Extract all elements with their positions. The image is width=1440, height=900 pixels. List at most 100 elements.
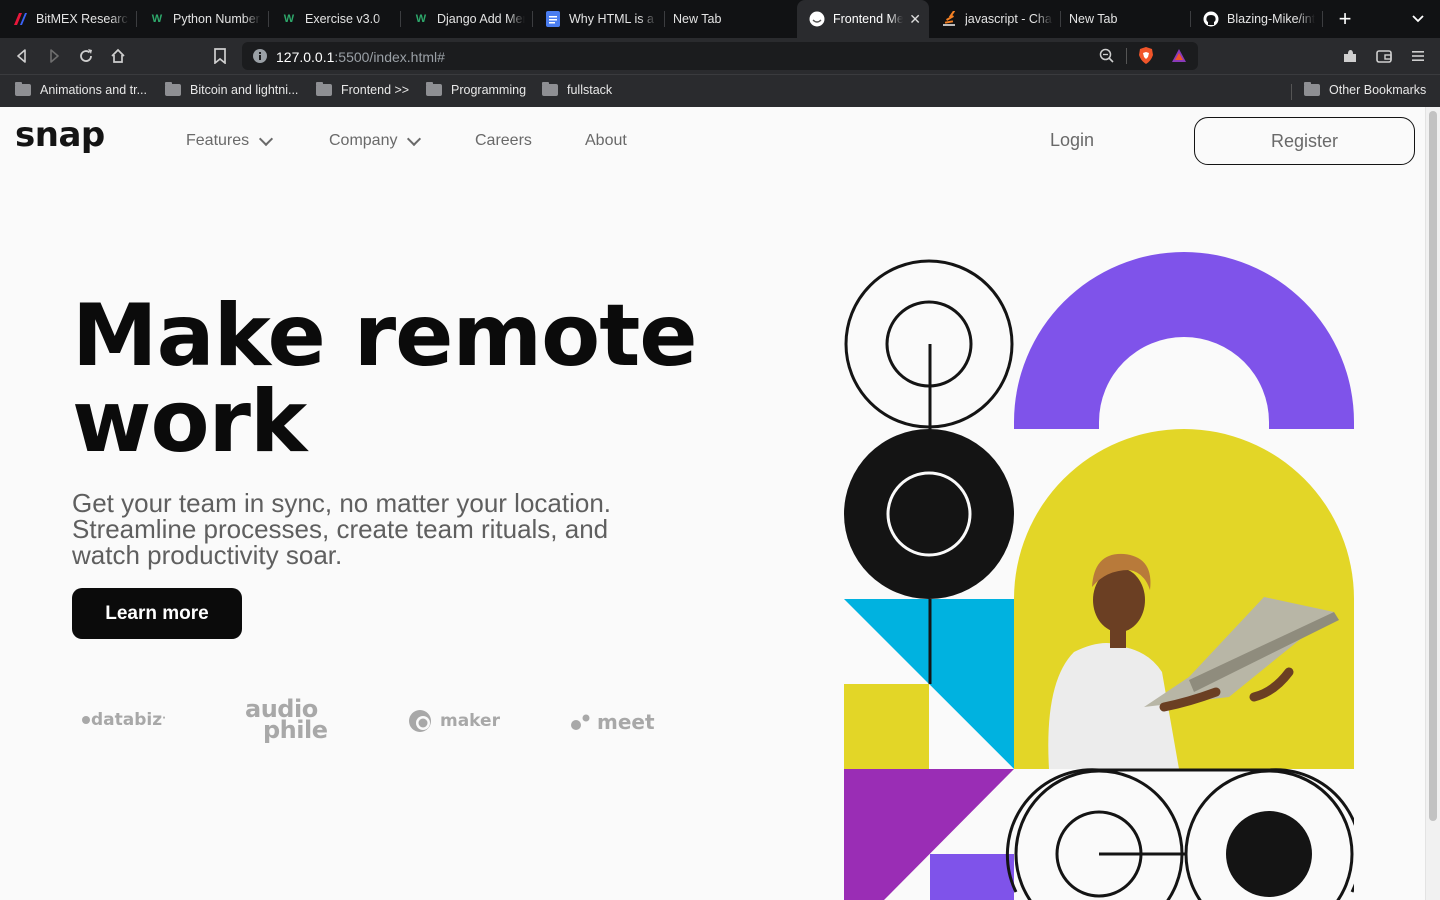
info-icon[interactable] [252,48,268,69]
browser-tab-active[interactable]: Frontend Me ✕ [797,0,929,38]
browser-tab[interactable]: W Exercise v3.0 [269,0,401,38]
browser-tab[interactable]: Why HTML is a n [533,0,665,38]
login-link[interactable]: Login [1050,130,1094,151]
yellow-square-shape [844,684,929,769]
tab-title: javascript - Chan [965,12,1053,26]
w3schools-icon: W [415,13,427,25]
purple-arch-shape [1014,252,1354,429]
tab-title: BitMEX Research [36,12,129,26]
bitmex-icon [12,11,28,27]
page-viewport: snap Features Company Careers About Logi… [0,107,1440,900]
nav-label: Features [186,132,250,149]
browser-tab[interactable]: New Tab [1061,0,1191,38]
black-circle-shape [844,429,1014,599]
zoom-icon[interactable] [1099,48,1115,69]
nav-careers[interactable]: Careers [475,132,532,150]
client-name: maker [440,711,500,731]
frontend-mentor-icon [809,11,825,27]
client-name: meet [597,710,655,734]
client-logo-maker: maker [408,708,500,734]
tab-title: Python Numbers [173,12,261,26]
address-bar[interactable]: 127.0.0.1:5500/index.html# [242,42,1198,70]
folder-icon [542,82,558,96]
learn-more-button[interactable]: Learn more [72,588,242,639]
bookmark-folder[interactable]: Programming [426,82,527,97]
purple-square-shape [930,854,1014,900]
chevron-down-icon [407,131,422,146]
nav-label: Company [329,132,398,149]
tab-title: New Tab [673,12,722,26]
bookmark-folder[interactable]: Bitcoin and lightni... [165,82,299,97]
home-icon[interactable] [108,46,128,66]
tab-title: New Tab [1069,12,1118,26]
browser-toolbar: 127.0.0.1:5500/index.html# [0,38,1440,74]
bookmarks-bar: Animations and tr... Bitcoin and lightni… [0,74,1440,107]
browser-tab[interactable]: New Tab [665,0,797,38]
extensions-icon[interactable] [1340,46,1360,66]
scrollbar-thumb[interactable] [1429,111,1437,821]
hero-title: Make remote work [72,293,712,465]
client-name: databiz [91,710,163,730]
reload-icon[interactable] [76,46,96,66]
bookmark-label: Other Bookmarks [1329,83,1427,97]
docs-icon [545,11,561,27]
nav-company[interactable]: Company [329,131,422,150]
close-tab-icon[interactable]: ✕ [909,11,921,28]
hero-title-line: work [72,372,307,472]
folder-icon [1304,82,1320,96]
tab-title: Frontend Me [833,12,904,26]
browser-tab[interactable]: W Django Add Mem [401,0,533,38]
hero-illustration [844,252,1354,900]
client-logo-databiz: databiz · [82,710,166,730]
register-button[interactable]: Register [1194,117,1415,165]
bookmark-label: Programming [451,83,527,97]
folder-icon [316,82,332,96]
browser-tab[interactable]: Blazing-Mike/intr [1191,0,1323,38]
bookmark-icon[interactable] [210,46,230,66]
bookmark-label: fullstack [567,83,613,97]
site-logo[interactable]: snap [15,115,105,155]
forward-icon[interactable] [44,46,64,66]
client-logo-audiophile: audio phile [245,697,328,742]
w3schools-icon: W [283,13,295,25]
brave-rewards-icon[interactable] [1171,48,1187,69]
folder-icon [15,82,31,96]
bookmark-folder[interactable]: Animations and tr... [15,82,148,97]
tab-title: Django Add Mem [437,12,525,26]
back-icon[interactable] [12,46,32,66]
tab-title: Blazing-Mike/intr [1227,12,1315,26]
maker-icon [409,710,431,732]
bookmark-label: Bitcoin and lightni... [190,83,299,97]
browser-tab[interactable]: BitMEX Research [0,0,137,38]
w3schools-icon: W [151,13,163,25]
bookmark-folder[interactable]: Frontend >> [316,82,410,97]
bookmark-label: Frontend >> [341,83,410,97]
new-tab-button[interactable]: + [1331,6,1359,32]
wallet-icon[interactable] [1374,46,1394,66]
browser-tab[interactable]: W Python Numbers [137,0,269,38]
brave-shield-icon[interactable] [1138,47,1154,70]
meet-icon [571,714,590,730]
page-scrollbar[interactable] [1425,107,1440,900]
client-logo-meet: meet [570,710,655,734]
bookmark-folder[interactable]: fullstack [542,82,613,97]
folder-icon [426,82,442,96]
tab-title: Exercise v3.0 [305,12,381,26]
browser-tab[interactable]: javascript - Chan [929,0,1061,38]
bookmark-label: Animations and tr... [40,83,148,97]
github-icon [1203,11,1219,27]
stackoverflow-icon [941,11,957,27]
hero-subtitle: Get your team in sync, no matter your lo… [72,488,612,570]
chevron-down-icon [259,131,274,146]
menu-icon[interactable] [1408,46,1428,66]
browser-tab-bar: BitMEX Research W Python Numbers W Exerc… [0,0,1440,38]
nav-about[interactable]: About [585,132,627,150]
url-text: 127.0.0.1:5500/index.html# [276,49,445,65]
double-ring-shape [1005,768,1354,900]
person-photo [1014,429,1354,769]
hero-title-line: Make remote [72,286,698,386]
other-bookmarks[interactable]: Other Bookmarks [1304,82,1427,97]
tab-search-chevron-icon[interactable] [1412,11,1424,29]
tab-title: Why HTML is a n [569,12,657,26]
nav-features[interactable]: Features [186,131,274,150]
